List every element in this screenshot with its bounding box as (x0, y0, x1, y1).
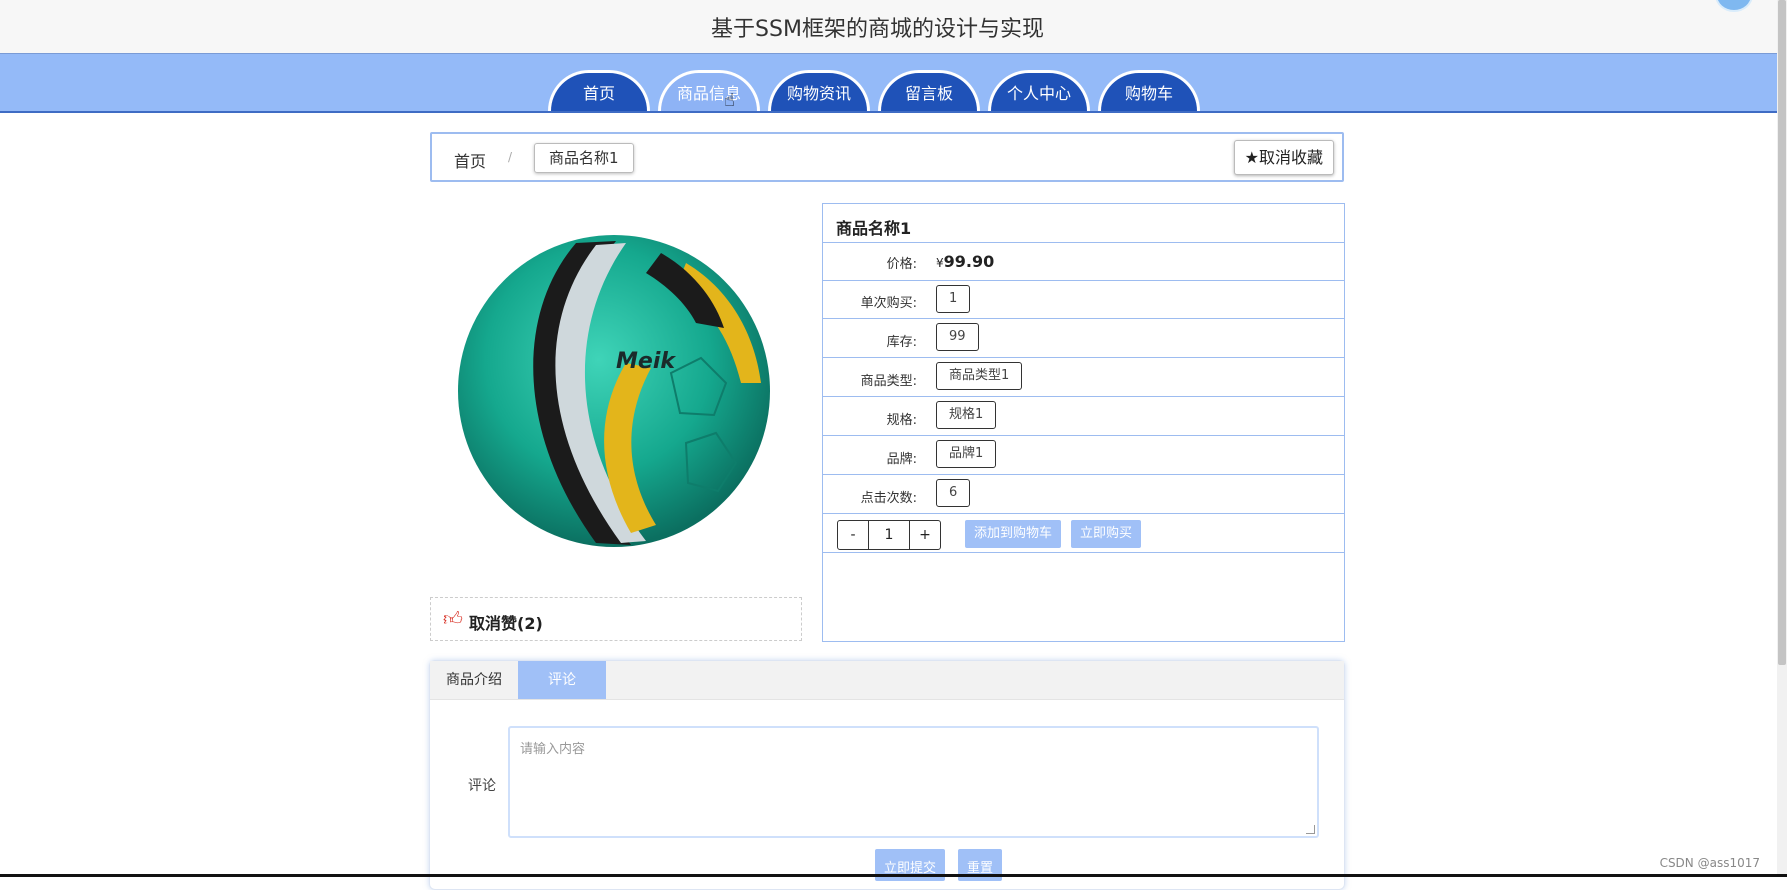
tab-comments[interactable]: 评论 (518, 661, 606, 699)
info-row-stock: 库存: 99 (823, 319, 1344, 358)
quantity-plus-button[interactable]: + (910, 521, 940, 549)
breadcrumb-current: 商品名称1 (534, 143, 634, 173)
thumbs-up-icon[interactable]: 👍︎ (443, 608, 463, 631)
currency-symbol: ¥ (936, 256, 944, 270)
main-nav: 首页 商品信息 购物资讯 留言板 个人中心 购物车 (0, 54, 1777, 113)
info-row-actions: - 1 + 添加到购物车 立即购买 (823, 514, 1344, 553)
quantity-minus-button[interactable]: - (838, 521, 868, 549)
field-label: 品牌: (886, 452, 917, 467)
site-header: 基于SSM框架的商城的设计与实现 (0, 0, 1777, 54)
field-value: 1 (936, 285, 971, 313)
field-label: 商品类型: (860, 374, 917, 389)
field-label: 点击次数: (860, 491, 917, 506)
field-label: 库存: (886, 335, 917, 350)
field-value: 规格1 (936, 401, 997, 429)
field-value: 99 (936, 323, 979, 351)
buy-now-button[interactable]: 立即购买 (1071, 520, 1142, 548)
breadcrumb-separator: / (508, 150, 513, 164)
info-row-spec: 规格: 规格1 (823, 397, 1344, 436)
price-value: ¥99.90 (936, 252, 994, 271)
product-name: 商品名称1 (836, 219, 912, 238)
add-to-cart-button[interactable]: 添加到购物车 (965, 520, 1062, 548)
field-label: 单次购买: (860, 296, 917, 311)
nav-tab-profile[interactable]: 个人中心 (988, 70, 1090, 111)
price-label: 价格: (886, 257, 917, 272)
quantity-stepper: - 1 + (837, 520, 941, 550)
field-value: 6 (936, 479, 971, 507)
resize-handle-icon[interactable] (1306, 825, 1315, 834)
site-title: 基于SSM框架的商城的设计与实现 (711, 17, 1044, 42)
comment-input[interactable]: 请输入内容 (508, 726, 1319, 838)
unlike-label[interactable]: 取消赞(2) (469, 610, 543, 634)
unfavorite-button[interactable]: ★取消收藏 (1233, 140, 1334, 175)
field-label: 规格: (886, 413, 917, 428)
nav-tab-news[interactable]: 购物资讯 (768, 70, 870, 111)
price-amount: 99.90 (943, 252, 995, 271)
breadcrumb-home[interactable]: 首页 (454, 148, 486, 172)
info-row-name: 商品名称1 (823, 204, 1344, 243)
nav-tab-message-board[interactable]: 留言板 (878, 70, 980, 111)
comment-placeholder: 请输入内容 (520, 742, 586, 757)
comment-label: 评论 (468, 778, 496, 794)
nav-tab-cart[interactable]: 购物车 (1098, 70, 1200, 111)
quantity-input[interactable]: 1 (868, 521, 910, 549)
watermark: CSDN @ass1017 (1659, 856, 1760, 870)
info-row-price: 价格: ¥99.90 (823, 243, 1344, 281)
tab-introduction[interactable]: 商品介绍 (430, 661, 518, 699)
scrollbar-thumb[interactable] (1778, 0, 1786, 665)
nav-tab-home[interactable]: 首页 (548, 70, 650, 111)
tab-bar: 商品介绍 评论 (430, 661, 1344, 700)
field-value: 商品类型1 (936, 362, 1023, 390)
info-row-type: 商品类型: 商品类型1 (823, 358, 1344, 397)
detail-tabs-panel: 商品介绍 评论 评论 请输入内容 立即提交 重置 (429, 660, 1345, 890)
breadcrumb: 首页 / 商品名称1 ★取消收藏 (430, 132, 1344, 182)
info-row-single-purchase: 单次购买: 1 (823, 281, 1344, 319)
field-value: 品牌1 (936, 440, 997, 468)
info-row-clicks: 点击次数: 6 (823, 475, 1344, 514)
nav-tab-products[interactable]: 商品信息 (658, 70, 760, 111)
info-row-brand: 品牌: 品牌1 (823, 436, 1344, 475)
like-box[interactable]: 👍︎ 取消赞(2) (430, 597, 802, 641)
product-image: Meik (458, 235, 770, 547)
page-scrollbar[interactable] (1777, 0, 1787, 877)
ball-brand-text: Meik (616, 349, 676, 374)
product-info-table: 商品名称1 价格: ¥99.90 单次购买: 1 库存: 99 商品类型: 商品… (822, 203, 1345, 642)
